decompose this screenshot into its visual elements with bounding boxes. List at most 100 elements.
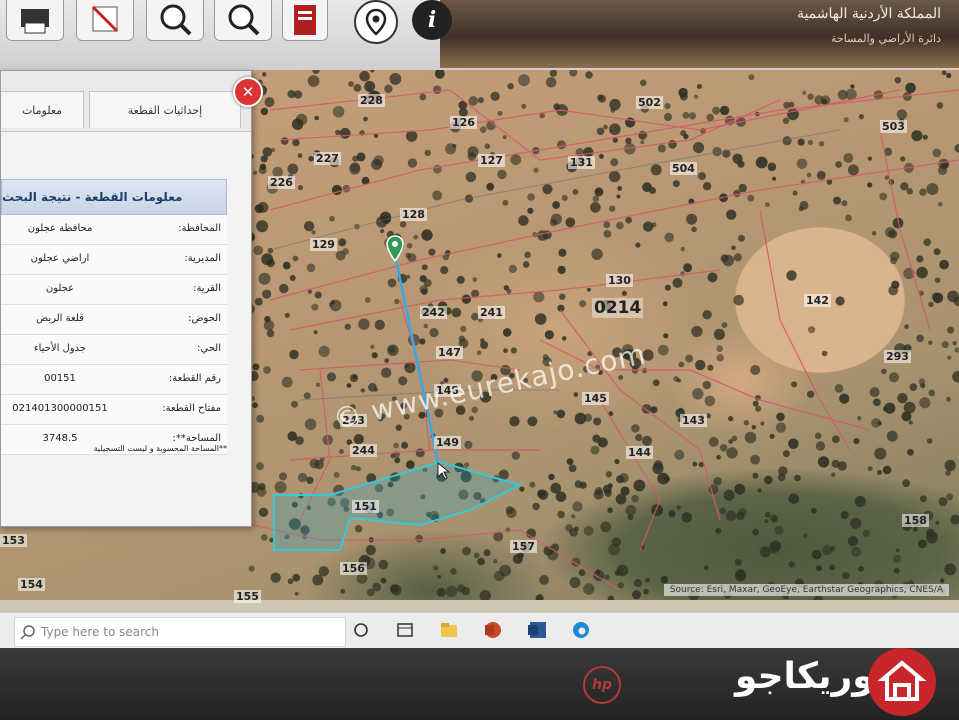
parcel-label-126: 126 bbox=[450, 116, 477, 129]
measure-line bbox=[393, 254, 440, 463]
taskbar-app-icon[interactable] bbox=[394, 619, 416, 641]
task-view-icon[interactable] bbox=[350, 619, 372, 641]
parcel-label-130: 130 bbox=[606, 274, 633, 287]
info-row: رقم القطعة: 00151 bbox=[1, 365, 227, 395]
screen: المملكة الأردنية الهاشمية دائرة الأراضي … bbox=[0, 0, 959, 648]
panel-tabs: إحداثيات القطعة معلومات bbox=[1, 71, 251, 132]
row-label: المساحة**: bbox=[172, 433, 222, 444]
laptop-bezel: hp يوريكاجو bbox=[0, 648, 959, 720]
row-label: الحوض: bbox=[188, 313, 221, 324]
file-explorer-icon[interactable] bbox=[438, 619, 460, 641]
row-label: المحافظة: bbox=[178, 223, 221, 234]
brand-logo bbox=[868, 648, 936, 716]
parcel-label-145: 145 bbox=[582, 392, 609, 405]
tab-information[interactable]: معلومات bbox=[1, 91, 84, 128]
row-value: قلعة الربض bbox=[36, 313, 84, 324]
house-logo-icon bbox=[877, 660, 927, 701]
parcel-label-241: 241 bbox=[478, 306, 505, 319]
print-icon bbox=[21, 9, 49, 34]
row-value: 021401300000151 bbox=[12, 403, 108, 414]
row-value: 00151 bbox=[44, 373, 76, 384]
info-row: الحوض: قلعة الربض bbox=[1, 305, 227, 335]
parcel-label-144: 144 bbox=[626, 446, 653, 459]
zoom-search-button[interactable] bbox=[214, 0, 272, 41]
erase-icon bbox=[91, 5, 119, 33]
parcel-label-228: 228 bbox=[358, 94, 385, 107]
powerpoint-icon[interactable] bbox=[482, 619, 504, 641]
location-button[interactable] bbox=[354, 0, 398, 44]
org-subtitle: دائرة الأراضي والمساحة bbox=[831, 32, 941, 45]
info-row: الحي: جدول الأحياء bbox=[1, 335, 227, 365]
windows-taskbar: Type here to search bbox=[0, 612, 959, 648]
row-value: 3748.5 bbox=[42, 433, 78, 444]
parcel-label-128: 128 bbox=[400, 208, 427, 221]
search-icon bbox=[20, 625, 35, 640]
row-label: رقم القطعة: bbox=[168, 373, 221, 384]
parcel-label-502: 502 bbox=[636, 96, 663, 109]
parcel-label-504: 504 bbox=[670, 162, 697, 175]
row-value: محافظة عجلون bbox=[27, 223, 93, 234]
parcel-label-244: 244 bbox=[350, 444, 377, 457]
map-marker-icon[interactable] bbox=[385, 235, 405, 263]
row-value: عجلون bbox=[45, 283, 75, 294]
brand-watermark-text: يوريكاجو bbox=[735, 656, 889, 697]
mouse-cursor-icon bbox=[437, 462, 451, 480]
erase-button[interactable] bbox=[76, 0, 134, 41]
parcel-label-131: 131 bbox=[568, 156, 595, 169]
taskbar-search-box[interactable]: Type here to search bbox=[14, 617, 346, 647]
tab-parcel-coordinates[interactable]: إحداثيات القطعة bbox=[89, 91, 241, 128]
parcel-label-226: 226 bbox=[268, 176, 295, 189]
parcel-info-table: المحافظة: محافظة عجلون المديرية: اراضي عجل… bbox=[1, 215, 227, 455]
parcel-label-127: 127 bbox=[478, 154, 505, 167]
report-button[interactable] bbox=[282, 0, 328, 41]
top-toolbar: المملكة الأردنية الهاشمية دائرة الأراضي … bbox=[0, 0, 959, 72]
org-title: المملكة الأردنية الهاشمية bbox=[796, 6, 941, 22]
result-title: معلومات القطعة - نتيجة البحث bbox=[1, 179, 227, 215]
parcel-label-129: 129 bbox=[310, 238, 337, 251]
info-row: المديرية: اراضي عجلون bbox=[1, 245, 227, 275]
edge-icon[interactable] bbox=[570, 619, 592, 641]
parcel-label-153: 153 bbox=[0, 534, 27, 547]
search-placeholder: Type here to search bbox=[41, 625, 159, 639]
basin-number: 0214 bbox=[592, 298, 644, 318]
word-icon[interactable] bbox=[526, 619, 548, 641]
row-label: القرية: bbox=[193, 283, 221, 294]
map-attribution: Source: Esri, Maxar, GeoEye, Earthstar G… bbox=[663, 584, 949, 596]
info-button[interactable]: i bbox=[412, 0, 452, 40]
close-panel-button[interactable]: ✕ bbox=[233, 77, 263, 107]
selected-parcel-highlight[interactable] bbox=[273, 460, 523, 551]
zoom-search-icon bbox=[228, 4, 260, 36]
info-row: القرية: عجلون bbox=[1, 275, 227, 305]
row-value: اراضي عجلون bbox=[30, 253, 90, 264]
parcel-label-503: 503 bbox=[880, 120, 907, 133]
parcel-label-154: 154 bbox=[18, 578, 45, 591]
parcel-info-panel: إحداثيات القطعة معلومات ✕ معلومات القطعة… bbox=[0, 70, 263, 527]
hp-logo: hp bbox=[583, 666, 621, 704]
parcel-label-227: 227 bbox=[314, 152, 341, 165]
location-pin-icon bbox=[365, 8, 387, 36]
info-row: مفتاح القطعة: 021401300000151 bbox=[1, 395, 227, 425]
parcel-label-147: 147 bbox=[436, 346, 463, 359]
parcel-label-293: 293 bbox=[884, 350, 911, 363]
row-label: الحي: bbox=[197, 343, 221, 354]
parcel-label-143: 143 bbox=[680, 414, 707, 427]
info-row: المحافظة: محافظة عجلون bbox=[1, 215, 227, 245]
zoom-in-icon bbox=[160, 4, 192, 36]
parcel-label-142: 142 bbox=[804, 294, 831, 307]
area-note: **المساحة المحسوبة و ليست التسجيلية bbox=[93, 444, 227, 453]
row-label: مفتاح القطعة: bbox=[162, 403, 221, 414]
parcel-label-158: 158 bbox=[902, 514, 929, 527]
close-icon: ✕ bbox=[241, 83, 255, 101]
row-label: المديرية: bbox=[184, 253, 221, 264]
parcel-label-151: 151 bbox=[352, 500, 379, 513]
row-value: جدول الأحياء bbox=[33, 343, 87, 354]
header-banner: المملكة الأردنية الهاشمية دائرة الأراضي … bbox=[440, 0, 959, 68]
parcel-label-242: 242 bbox=[420, 306, 447, 319]
parcel-label-157: 157 bbox=[510, 540, 537, 553]
parcel-label-156: 156 bbox=[340, 562, 367, 575]
report-icon bbox=[294, 5, 316, 35]
print-button[interactable] bbox=[6, 0, 64, 41]
parcel-label-155: 155 bbox=[234, 590, 261, 603]
zoom-in-button[interactable] bbox=[146, 0, 204, 41]
parcel-label-149: 149 bbox=[434, 436, 461, 449]
